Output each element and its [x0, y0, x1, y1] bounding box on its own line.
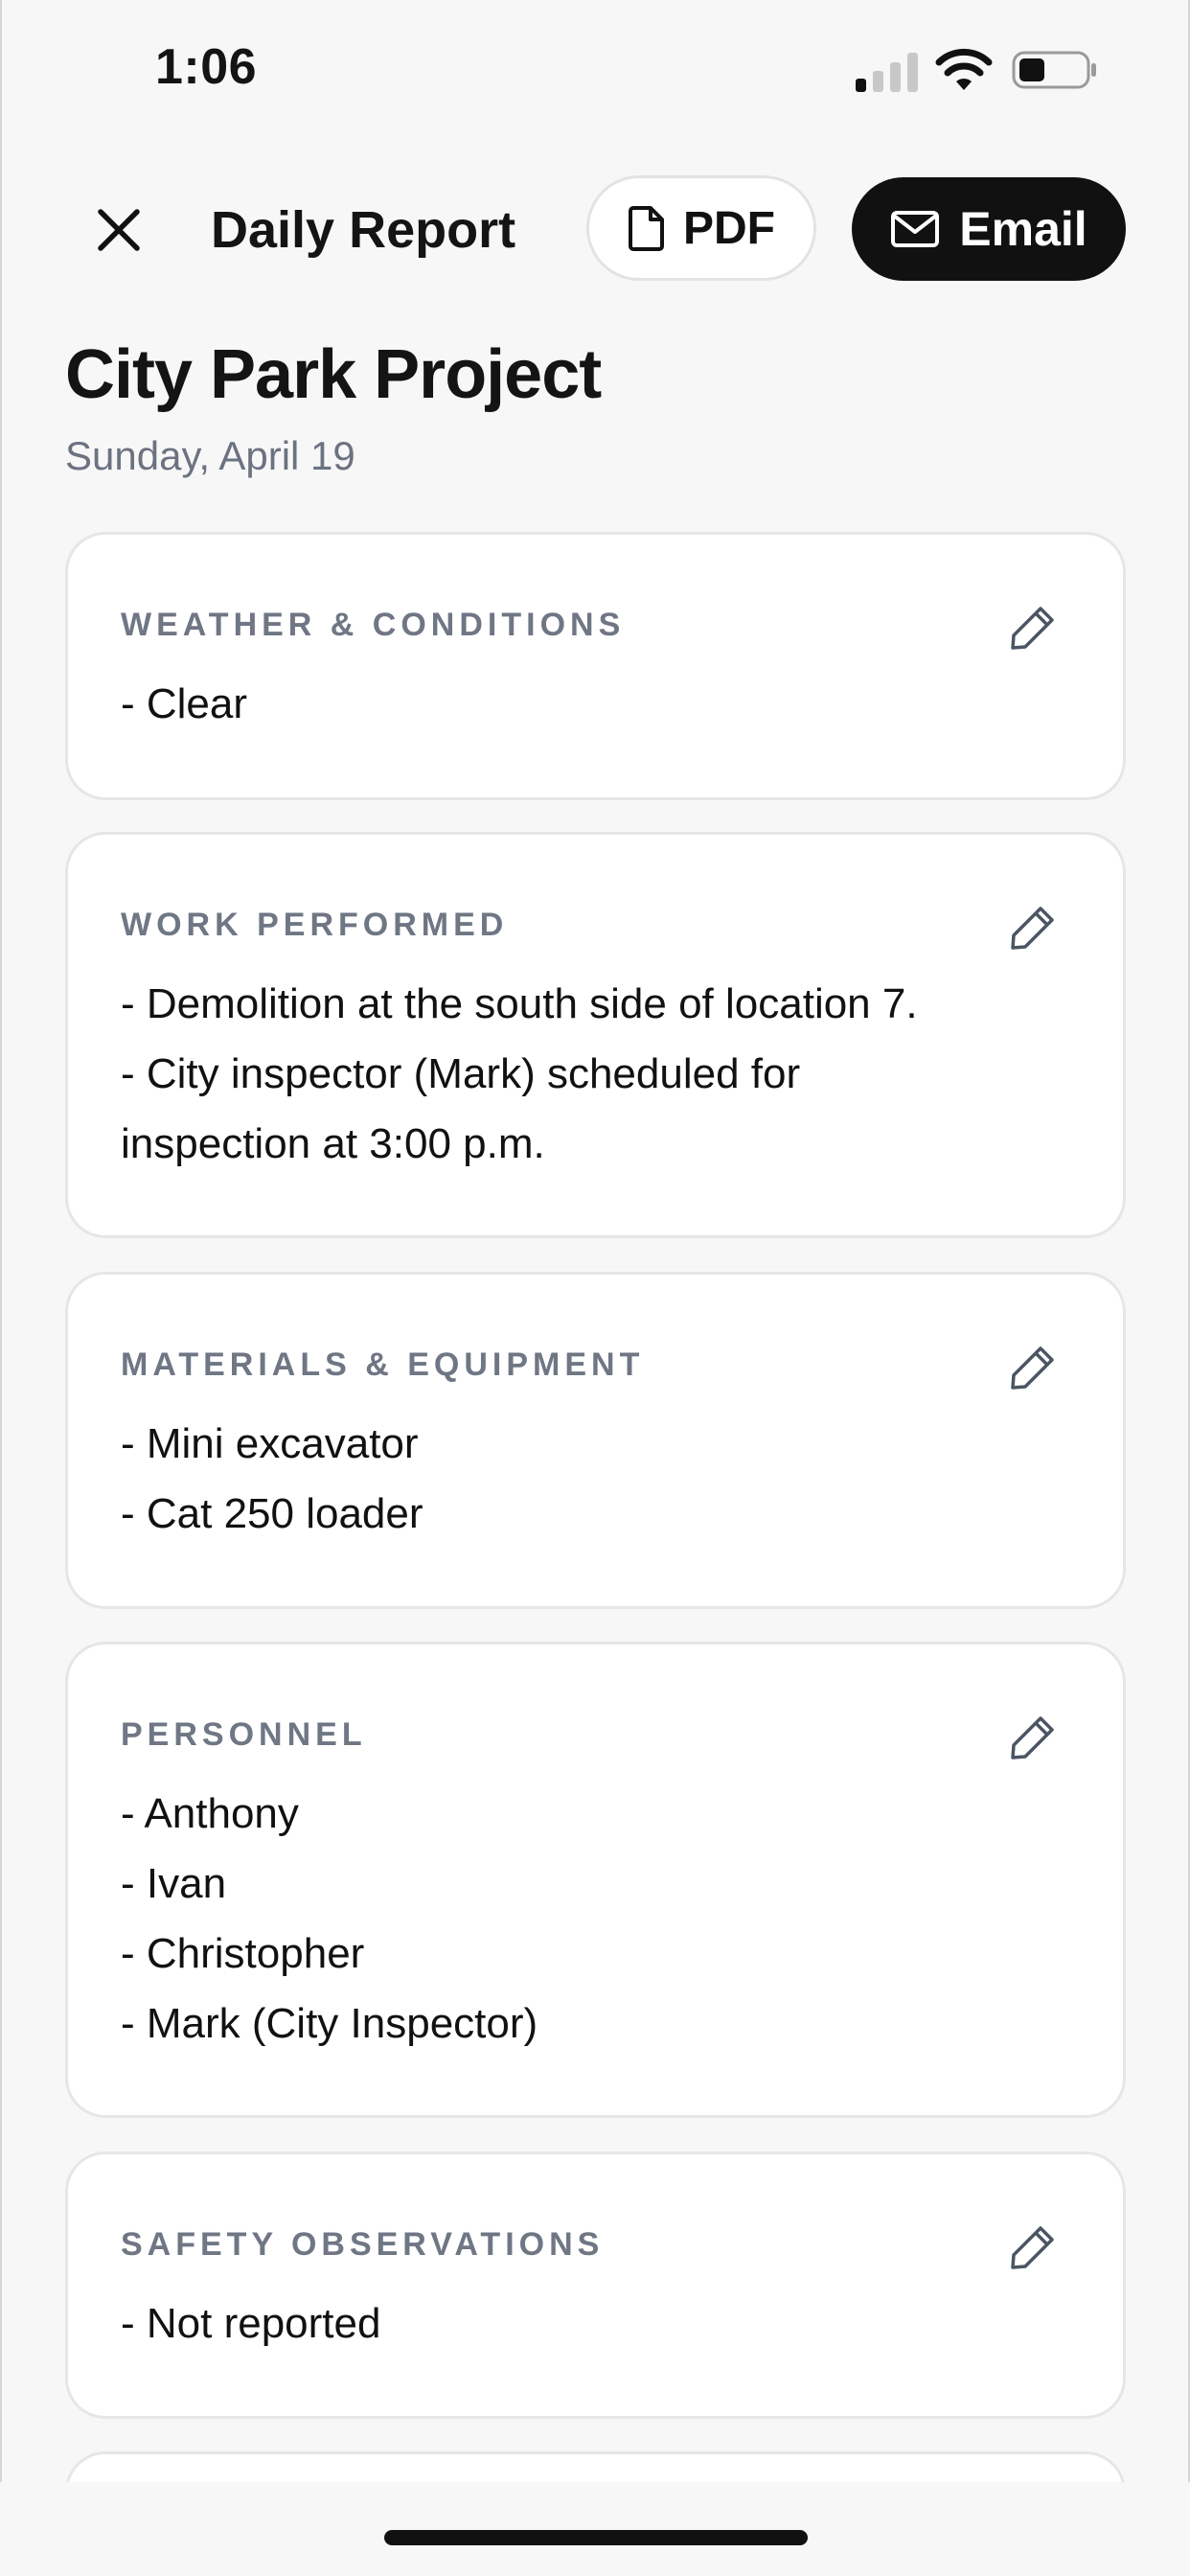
materials-equipment-card: MATERIALS & EQUIPMENT - Mini excavator -… — [65, 1272, 1126, 1609]
status-bar: 1:06 — [0, 0, 1190, 144]
pencil-icon[interactable] — [1008, 903, 1058, 953]
section-line: inspection at 3:00 p.m. — [121, 1120, 545, 1167]
email-button-label: Email — [959, 202, 1087, 256]
pdf-button-label: PDF — [683, 202, 775, 254]
wifi-icon — [935, 48, 993, 90]
section-line: - Mini excavator — [121, 1420, 419, 1467]
close-button[interactable] — [90, 201, 148, 259]
pencil-icon[interactable] — [1008, 1343, 1058, 1392]
section-line: - Christopher — [121, 1930, 365, 1977]
frame-edge-left — [0, 0, 2, 2576]
section-label: SAFETY OBSERVATIONS — [121, 2226, 605, 2263]
report-date: Sunday, April 19 — [65, 433, 355, 478]
pencil-icon[interactable] — [1008, 603, 1058, 653]
weather-conditions-card: WEATHER & CONDITIONS - Clear — [65, 532, 1126, 800]
section-label: WORK PERFORMED — [121, 907, 509, 943]
section-line: - Not reported — [121, 2300, 381, 2347]
close-icon — [98, 209, 140, 251]
document-icon — [629, 206, 664, 251]
section-label: WEATHER & CONDITIONS — [121, 607, 626, 643]
status-time: 1:06 — [155, 39, 258, 95]
safety-observations-card: SAFETY OBSERVATIONS - Not reported — [65, 2151, 1126, 2419]
section-label: PERSONNEL — [121, 1716, 367, 1753]
work-performed-card: WORK PERFORMED - Demolition at the south… — [65, 832, 1126, 1238]
section-line: - Demolition at the south side of locati… — [121, 980, 918, 1027]
section-label: MATERIALS & EQUIPMENT — [121, 1346, 645, 1383]
section-line: - Mark (City Inspector) — [121, 2000, 538, 2047]
section-line: - Clear — [121, 680, 248, 727]
page-title: Daily Report — [211, 201, 516, 259]
pencil-icon[interactable] — [1008, 2222, 1058, 2272]
top-bar: Daily Report PDF Email — [0, 172, 1190, 288]
pencil-icon[interactable] — [1008, 1713, 1058, 1762]
section-line: - City inspector (Mark) scheduled for — [121, 1050, 801, 1097]
envelope-icon — [891, 211, 940, 247]
cellular-signal-icon — [856, 50, 919, 92]
battery-icon — [1012, 51, 1096, 89]
bottom-mask — [0, 2482, 1190, 2576]
email-button[interactable]: Email — [852, 177, 1126, 281]
section-line: - Anthony — [121, 1790, 299, 1837]
pdf-button[interactable]: PDF — [586, 175, 816, 281]
project-name: City Park Project — [65, 336, 602, 413]
home-indicator[interactable] — [384, 2530, 808, 2545]
personnel-card: PERSONNEL - Anthony - Ivan - Christopher… — [65, 1642, 1126, 2118]
section-line: - Cat 250 loader — [121, 1490, 423, 1537]
section-line: - Ivan — [121, 1860, 227, 1907]
